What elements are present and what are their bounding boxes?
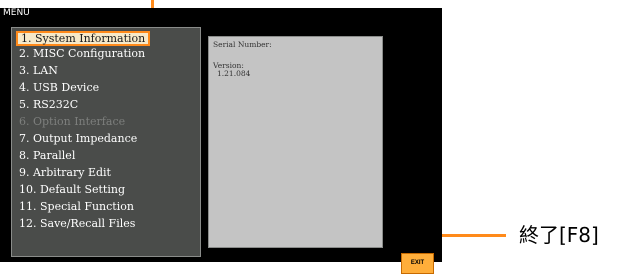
- system-info-panel: Serial Number: Version: 1.21.084: [208, 36, 383, 248]
- version-value: 1.21.084: [217, 69, 251, 78]
- menu-item-rs232c[interactable]: 5. RS232C: [16, 98, 81, 112]
- menu-list: 1. System Information 2. MISC Configurat…: [11, 27, 201, 257]
- menu-item-option-interface: 6. Option Interface: [19, 115, 126, 128]
- menu-item-save-recall-files[interactable]: 12. Save/Recall Files: [16, 217, 138, 231]
- menu-item-default-setting[interactable]: 10. Default Setting: [16, 183, 128, 197]
- menu-item-special-function[interactable]: 11. Special Function: [16, 200, 137, 214]
- menu-item-system-information[interactable]: 1. System Information: [16, 31, 151, 46]
- menu-item-misc-configuration[interactable]: 2. MISC Configuration: [16, 47, 148, 61]
- exit-button[interactable]: EXIT: [401, 253, 434, 274]
- menu-item-lan[interactable]: 3. LAN: [16, 64, 61, 78]
- menu-item-output-impedance[interactable]: 7. Output Impedance: [16, 132, 140, 146]
- exit-callout-label: 終了[F8]: [519, 223, 599, 247]
- serial-number-label: Serial Number:: [213, 40, 272, 49]
- menu-item-parallel[interactable]: 8. Parallel: [16, 149, 78, 163]
- callout-line-exit: [442, 234, 506, 237]
- menu-title: MENU: [3, 8, 30, 18]
- menu-item-usb-device[interactable]: 4. USB Device: [16, 81, 102, 95]
- instrument-screen: MENU 1. System Information 2. MISC Confi…: [0, 8, 442, 262]
- menu-item-arbitrary-edit[interactable]: 9. Arbitrary Edit: [16, 166, 114, 180]
